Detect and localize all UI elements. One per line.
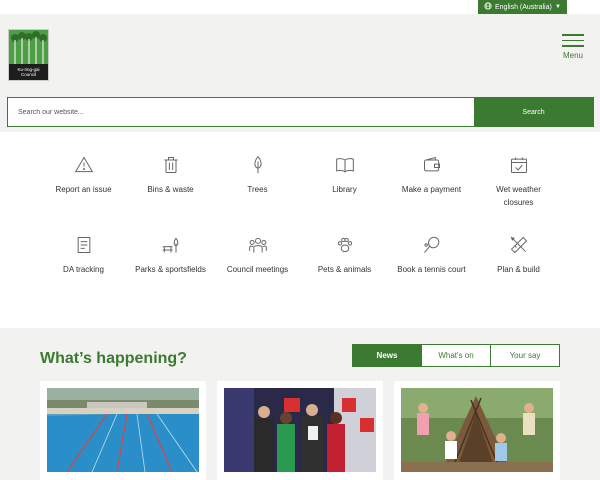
news-card-nature-play[interactable] bbox=[394, 381, 560, 480]
quicklink-council-meetings[interactable]: Council meetings bbox=[214, 235, 301, 315]
logo-trees bbox=[9, 30, 48, 64]
language-label: English (Australia) bbox=[495, 3, 552, 11]
tab-whats-on[interactable]: What's on bbox=[421, 345, 490, 366]
news-card-award[interactable] bbox=[217, 381, 383, 480]
quicklink-pets-animals[interactable]: Pets & animals bbox=[301, 235, 388, 315]
quicklink-library[interactable]: Library bbox=[301, 155, 388, 235]
logo-text: Ku-ring-gai Council bbox=[9, 64, 48, 80]
people-icon bbox=[248, 237, 267, 253]
quicklink-wet-weather[interactable]: Wet weather closures bbox=[475, 155, 562, 235]
quicklink-plan-build[interactable]: Plan & build bbox=[475, 235, 562, 315]
kids-image bbox=[401, 388, 553, 472]
pool-image bbox=[47, 388, 199, 472]
happening-tabs: News What's on Your say bbox=[352, 344, 560, 367]
ruler-pencil-icon bbox=[510, 236, 527, 254]
language-selector[interactable]: English (Australia) ▼ bbox=[478, 0, 567, 14]
council-logo[interactable]: Ku-ring-gai Council bbox=[8, 29, 49, 81]
park-bench-icon bbox=[162, 237, 178, 253]
quicklink-da-tracking[interactable]: DA tracking bbox=[40, 235, 127, 315]
tennis-racket-icon bbox=[423, 236, 439, 253]
tab-your-say[interactable]: Your say bbox=[490, 345, 559, 366]
award-image bbox=[224, 388, 376, 472]
calendar-check-icon bbox=[510, 157, 527, 173]
bin-icon bbox=[163, 157, 178, 173]
caret-down-icon: ▼ bbox=[555, 4, 561, 10]
quicklink-tennis-court[interactable]: Book a tennis court bbox=[388, 235, 475, 315]
search-input[interactable] bbox=[8, 98, 474, 126]
menu-button[interactable]: Menu bbox=[560, 34, 586, 64]
paw-icon bbox=[337, 237, 352, 253]
quicklink-make-payment[interactable]: Make a payment bbox=[388, 155, 475, 235]
document-icon bbox=[77, 237, 90, 253]
wallet-icon bbox=[423, 156, 440, 172]
quicklink-parks[interactable]: Parks & sportsfields bbox=[127, 235, 214, 315]
globe-icon bbox=[484, 2, 492, 12]
site-search: Search bbox=[7, 97, 594, 127]
section-title: What’s happening? bbox=[40, 350, 187, 367]
book-icon bbox=[335, 158, 354, 173]
quick-links-grid: Report an issue Bins & waste Trees Libra… bbox=[40, 155, 560, 315]
quicklink-trees[interactable]: Trees bbox=[214, 155, 301, 235]
whats-happening-section: What’s happening? News What's on Your sa… bbox=[0, 328, 600, 480]
search-button[interactable]: Search bbox=[474, 98, 593, 126]
quicklink-report-issue[interactable]: Report an issue bbox=[40, 155, 127, 235]
warning-icon bbox=[74, 156, 93, 173]
tree-icon bbox=[253, 155, 262, 174]
menu-label: Menu bbox=[562, 50, 583, 60]
hamburger-icon bbox=[562, 34, 584, 36]
news-card-pool[interactable] bbox=[40, 381, 206, 480]
tab-news[interactable]: News bbox=[353, 345, 421, 366]
quicklink-bins-waste[interactable]: Bins & waste bbox=[127, 155, 214, 235]
